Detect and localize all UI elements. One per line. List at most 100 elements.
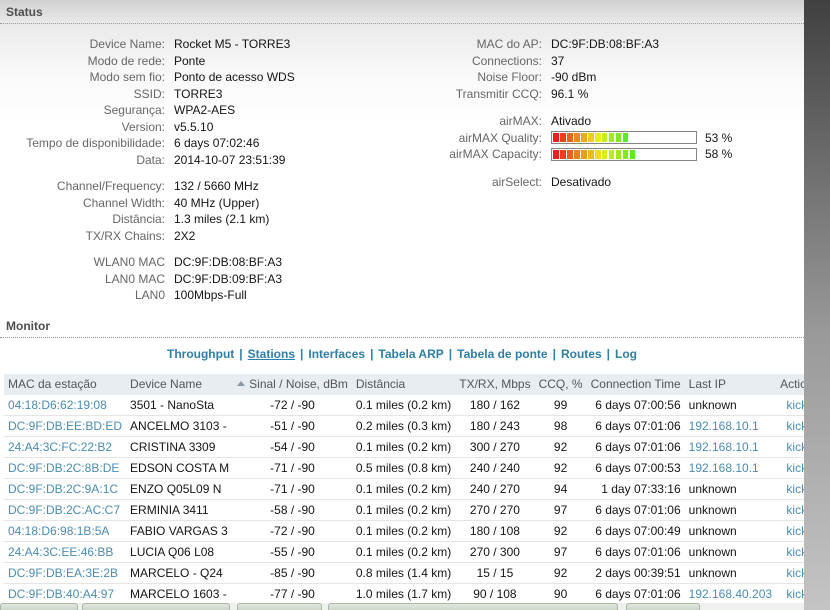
status-group-left-0: Device Name:Rocket M5 - TORRE3Modo de re…: [0, 36, 412, 168]
station-mac-link[interactable]: 04:18:D6:98:1B:5A: [8, 524, 109, 538]
table-row: DC:9F:DB:40:A4:97MARCELO 1603 --77 / -90…: [4, 584, 817, 605]
stations-table: MAC da estaçãoDevice NameSinal / Noise, …: [4, 374, 817, 610]
monitor-section-header: Monitor: [0, 314, 804, 338]
station-txrx-cell: 180 / 108: [455, 521, 534, 542]
status-label: Modo sem fio:: [0, 70, 165, 84]
station-ccq-cell: 92: [535, 437, 587, 458]
station-ip-link[interactable]: 192.168.10.1: [689, 440, 759, 454]
station-connection-time-cell: 6 days 07:01:06: [587, 437, 685, 458]
status-row: Segurança:WPA2-AES: [0, 102, 412, 119]
status-value: DC:9F:DB:08:BF:A3: [174, 255, 282, 269]
station-mac-link[interactable]: DC:9F:DB:2C:9A:1C: [8, 482, 118, 496]
taskbar-button[interactable]: [328, 603, 618, 610]
station-distance-cell: 0.8 miles (1.4 km): [352, 563, 455, 584]
tab-routes[interactable]: Routes: [561, 347, 602, 361]
station-mac-link[interactable]: 24:A4:3C:EE:46:BB: [8, 545, 113, 559]
station-mac-link[interactable]: DC:9F:DB:EE:BD:ED: [8, 419, 122, 433]
station-distance-cell: 0.1 miles (0.2 km): [352, 437, 455, 458]
station-distance-cell: 0.1 miles (0.2 km): [352, 395, 455, 416]
meter-segment: [553, 133, 559, 142]
status-title: Status: [6, 5, 43, 19]
station-mac-cell: DC:9F:DB:EE:BD:ED: [4, 416, 126, 437]
status-value: DC:9F:DB:08:BF:A3: [551, 37, 659, 51]
station-mac-cell: DC:9F:DB:2C:9A:1C: [4, 479, 126, 500]
status-row: Tempo de disponibilidade: 6 days 07:02:46: [0, 135, 412, 152]
station-ip-link[interactable]: 192.168.10.1: [689, 461, 759, 475]
station-mac-link[interactable]: DC:9F:DB:40:A4:97: [8, 587, 114, 601]
status-value: 132 / 5660 MHz: [174, 179, 259, 193]
status-label: Tempo de disponibilidade:: [0, 136, 165, 150]
station-device-name-cell: CRISTINA 3309: [126, 437, 233, 458]
meter-segment: [623, 150, 629, 159]
station-txrx-cell: 270 / 300: [455, 542, 534, 563]
station-signal-cell: -71 / -90: [233, 479, 352, 500]
column-header-sig[interactable]: Sinal / Noise, dBm: [233, 374, 352, 395]
status-row: WLAN0 MACDC:9F:DB:08:BF:A3: [0, 254, 412, 271]
station-last-ip-cell: 192.168.40.203: [685, 584, 776, 605]
meter-segment: [609, 150, 615, 159]
station-connection-time-cell: 6 days 07:01:06: [587, 584, 685, 605]
taskbar-button[interactable]: [0, 603, 78, 610]
table-row: DC:9F:DB:EE:BD:EDANCELMO 3103 --51 / -90…: [4, 416, 817, 437]
meter-segment: [588, 150, 594, 159]
column-header-mac: MAC da estação: [4, 374, 126, 395]
column-header-dev: Device Name: [126, 374, 233, 395]
tab-tabela-arp[interactable]: Tabela ARP: [378, 347, 443, 361]
sort-ascending-icon[interactable]: [237, 381, 245, 386]
status-row: Modo de rede:Ponte: [0, 53, 412, 70]
status-label: airSelect:: [412, 175, 542, 189]
station-connection-time-cell: 6 days 07:01:06: [587, 416, 685, 437]
station-distance-cell: 1.0 miles (1.7 km): [352, 584, 455, 605]
tab-stations[interactable]: Stations: [248, 347, 295, 361]
meter-segment: [602, 133, 608, 142]
status-value: 37: [551, 54, 564, 68]
station-mac-cell: DC:9F:DB:EA:3E:2B: [4, 563, 126, 584]
station-connection-time-cell: 2 days 00:39:51: [587, 563, 685, 584]
meter-segment: [567, 150, 573, 159]
station-mac-link[interactable]: DC:9F:DB:2C:8B:DE: [8, 461, 119, 475]
status-row: Version:v5.5.10: [0, 119, 412, 136]
taskbar-button[interactable]: [82, 603, 230, 610]
tab-separator: |: [449, 347, 452, 361]
tab-interfaces[interactable]: Interfaces: [308, 347, 365, 361]
station-txrx-cell: 240 / 270: [455, 479, 534, 500]
status-value: 6 days 07:02:46: [174, 136, 259, 150]
station-mac-link[interactable]: 04:18:D6:62:19:08: [8, 398, 107, 412]
station-ip-text: unknown: [689, 503, 737, 517]
station-mac-link[interactable]: DC:9F:DB:EA:3E:2B: [8, 566, 118, 580]
station-ip-link[interactable]: 192.168.10.1: [689, 419, 759, 433]
station-txrx-cell: 90 / 108: [455, 584, 534, 605]
status-row: MAC do AP:DC:9F:DB:08:BF:A3: [412, 36, 804, 53]
station-txrx-cell: 15 / 15: [455, 563, 534, 584]
status-row: Data:2014-10-07 23:51:39: [0, 152, 412, 169]
tab-throughput[interactable]: Throughput: [167, 347, 234, 361]
airmax-capacity-bar: [551, 148, 697, 161]
taskbar-strip: [0, 603, 804, 610]
status-row: airMAX:Ativado: [412, 113, 804, 130]
status-group-right-0: MAC do AP:DC:9F:DB:08:BF:A3Connections:3…: [412, 36, 804, 102]
tab-log[interactable]: Log: [615, 347, 637, 361]
taskbar-button[interactable]: [626, 603, 700, 610]
station-txrx-cell: 180 / 162: [455, 395, 534, 416]
station-mac-link[interactable]: DC:9F:DB:2C:AC:C7: [8, 503, 120, 517]
station-ccq-cell: 98: [535, 416, 587, 437]
status-value: WPA2-AES: [174, 103, 235, 117]
column-header-dist: Distância: [352, 374, 455, 395]
meter-segment: [616, 150, 622, 159]
status-row: airSelect:Desativado: [412, 174, 804, 191]
station-ip-link[interactable]: 192.168.40.203: [689, 587, 772, 601]
status-row: Transmitir CCQ:96.1 %: [412, 86, 804, 103]
taskbar-button[interactable]: [237, 603, 322, 610]
station-ccq-cell: 97: [535, 500, 587, 521]
station-mac-cell: 04:18:D6:62:19:08: [4, 395, 126, 416]
status-label: Device Name:: [0, 37, 165, 51]
station-mac-link[interactable]: 24:A4:3C:FC:22:B2: [8, 440, 112, 454]
tab-tabela-de-ponte[interactable]: Tabela de ponte: [457, 347, 547, 361]
table-row: 04:18:D6:62:19:083501 - NanoSta-72 / -90…: [4, 395, 817, 416]
station-connection-time-cell: 6 days 07:00:56: [587, 395, 685, 416]
station-ip-text: unknown: [689, 545, 737, 559]
status-label: TX/RX Chains:: [0, 229, 165, 243]
status-value: TORRE3: [174, 87, 222, 101]
status-row: TX/RX Chains:2X2: [0, 228, 412, 245]
status-label: Version:: [0, 120, 165, 134]
